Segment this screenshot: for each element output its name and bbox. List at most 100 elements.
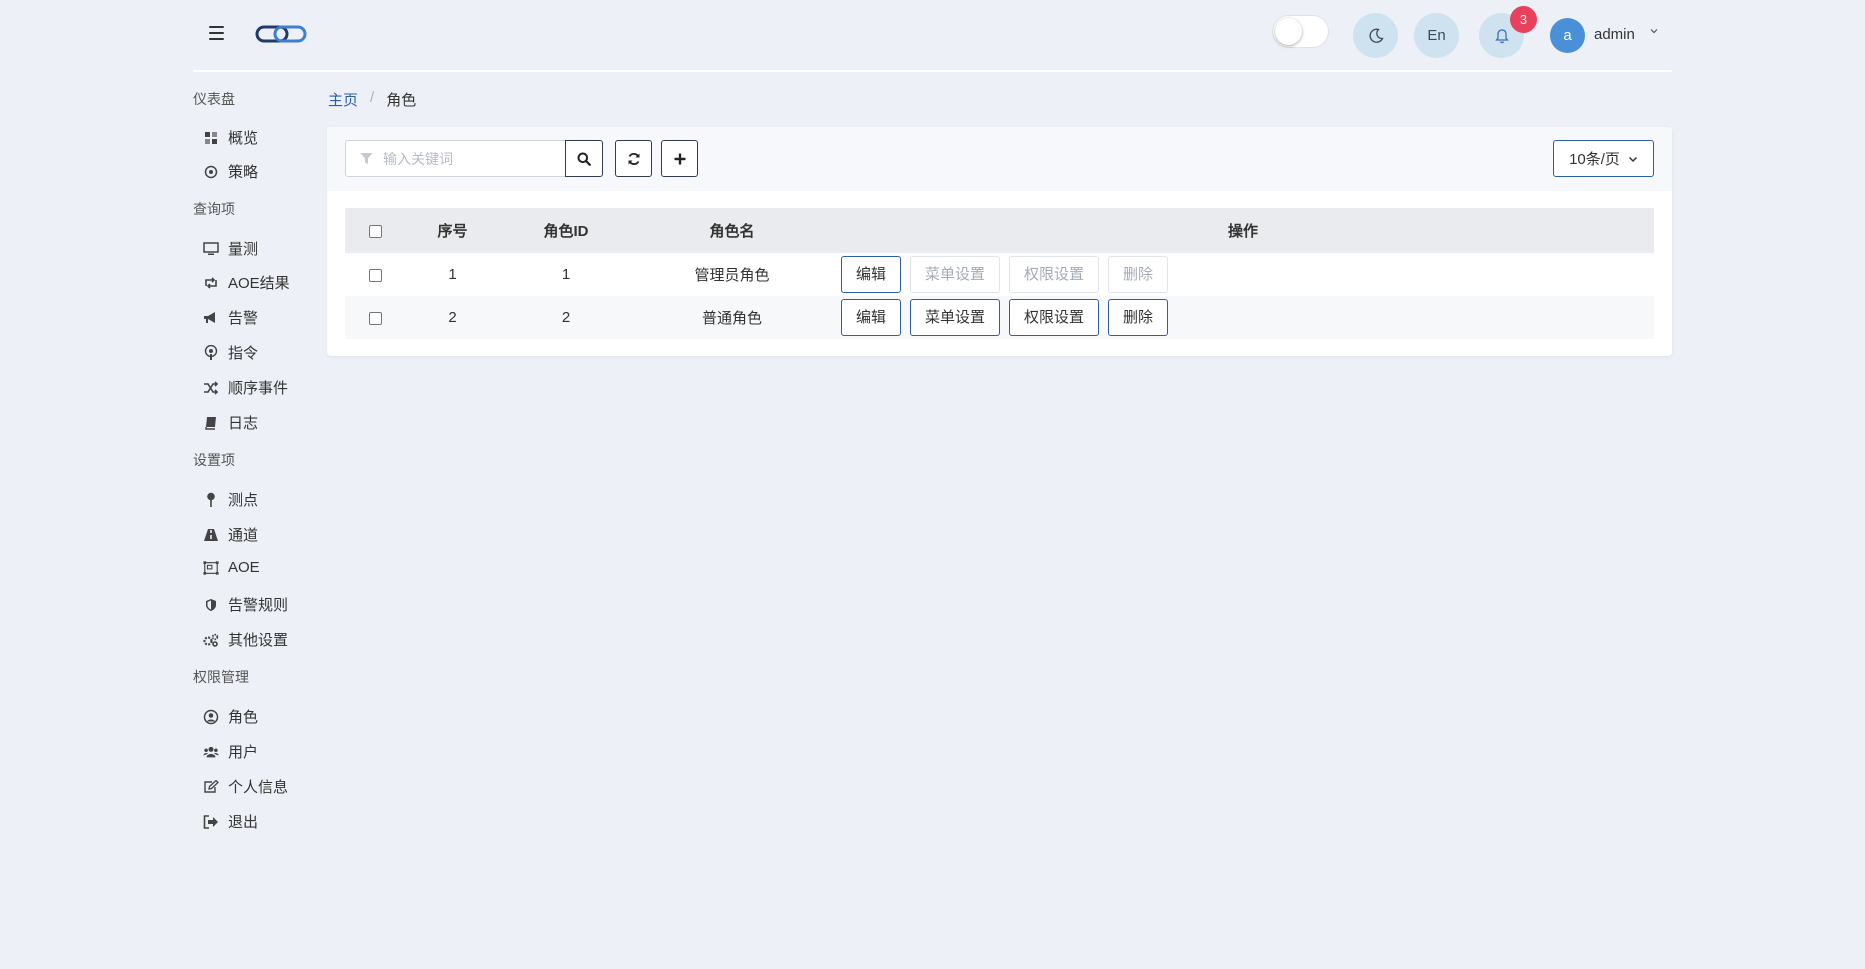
sidebar-item-label: 用户 bbox=[228, 744, 259, 761]
table-row: 2 2 普通角色 编辑 菜单设置 权限设置 删除 bbox=[345, 296, 1654, 339]
compass-icon bbox=[203, 164, 219, 180]
row-select-cell bbox=[345, 253, 405, 296]
delete-button[interactable]: 删除 bbox=[1108, 256, 1169, 293]
search-input[interactable] bbox=[381, 149, 555, 168]
sidebar-item-command[interactable]: 指令 bbox=[203, 342, 258, 363]
edit-button[interactable]: 编辑 bbox=[841, 299, 902, 336]
row-checkbox[interactable] bbox=[368, 268, 382, 282]
bullhorn-icon bbox=[203, 310, 219, 326]
breadcrumb-separator: / bbox=[370, 89, 375, 106]
menu-settings-button[interactable]: 菜单设置 bbox=[910, 299, 1001, 336]
sidebar-item-label: 通道 bbox=[228, 527, 259, 544]
table-cell-id: 2 bbox=[500, 296, 632, 339]
cogs-icon bbox=[203, 632, 219, 648]
table-cell-name: 管理员角色 bbox=[632, 253, 832, 296]
sidebar-item-role[interactable]: 角色 bbox=[203, 706, 258, 727]
sidebar-item-sequence-events[interactable]: 顺序事件 bbox=[203, 377, 288, 398]
sidebar-item-channel[interactable]: 通道 bbox=[203, 524, 258, 545]
chevron-down-icon[interactable] bbox=[1649, 26, 1659, 36]
roles-table: 序号 角色ID 角色名 操作 1 1 管理员角色 编辑 菜单设置 权限设置 删除 2 … bbox=[345, 208, 1654, 339]
sign-out-icon bbox=[203, 814, 219, 830]
roles-card: 10条/页 序号 角色ID 角色名 操作 1 1 管理员角色 编辑菜单设 bbox=[327, 127, 1672, 356]
random-icon bbox=[203, 380, 219, 396]
row-checkbox[interactable] bbox=[368, 311, 382, 325]
sidebar-item-logout[interactable]: 退出 bbox=[203, 811, 258, 832]
road-icon bbox=[203, 527, 219, 543]
sidebar-item-alarm[interactable]: 告警 bbox=[203, 307, 258, 328]
search-field[interactable] bbox=[345, 140, 566, 177]
sidebar-item-label: AOE结果 bbox=[228, 275, 290, 292]
sidebar-item-other-settings[interactable]: 其他设置 bbox=[203, 629, 288, 650]
edit-button[interactable]: 编辑 bbox=[841, 256, 902, 293]
sidebar-section-query: 查询项 bbox=[193, 201, 235, 217]
menu-settings-button[interactable]: 菜单设置 bbox=[910, 256, 1001, 293]
language-button[interactable]: En bbox=[1414, 13, 1459, 58]
sidebar-item-label: 告警规则 bbox=[228, 597, 289, 614]
column-header: 序号 bbox=[405, 208, 500, 253]
dashboard-icon bbox=[203, 130, 219, 146]
table-cell-no: 2 bbox=[405, 296, 500, 339]
table-header-row: 序号 角色ID 角色名 操作 bbox=[345, 208, 1654, 253]
sidebar-item-label: 告警 bbox=[228, 310, 259, 327]
sidebar-item-aoe-result[interactable]: AOE结果 bbox=[203, 272, 290, 293]
notification-badge: 3 bbox=[1510, 6, 1537, 33]
table-cell-id: 1 bbox=[500, 253, 632, 296]
refresh-icon bbox=[628, 152, 639, 165]
sidebar-item-aoe[interactable]: AOE bbox=[203, 559, 260, 576]
column-header: 角色名 bbox=[632, 208, 832, 253]
username[interactable]: admin bbox=[1594, 26, 1635, 43]
desktop-icon bbox=[203, 241, 219, 257]
sidebar-item-label: 其他设置 bbox=[228, 632, 289, 649]
sidebar-item-profile[interactable]: 个人信息 bbox=[203, 776, 288, 797]
sidebar-item-point[interactable]: 测点 bbox=[203, 489, 258, 510]
sidebar-item-label: 顺序事件 bbox=[228, 380, 289, 397]
filter-icon bbox=[360, 153, 373, 164]
edit-icon bbox=[203, 779, 219, 795]
avatar-letter: a bbox=[1563, 27, 1572, 44]
hamburger-menu-icon[interactable] bbox=[209, 26, 224, 40]
page-size-select[interactable]: 10条/页 bbox=[1553, 140, 1654, 177]
sidebar-item-measurement[interactable]: 量测 bbox=[203, 238, 258, 259]
table-row: 1 1 管理员角色 编辑 菜单设置 权限设置 删除 bbox=[345, 253, 1654, 296]
sidebar-item-overview[interactable]: 概览 bbox=[203, 127, 258, 148]
sidebar-item-label: 策略 bbox=[228, 164, 259, 181]
sidebar-item-user[interactable]: 用户 bbox=[203, 741, 258, 762]
plus-icon bbox=[674, 153, 685, 164]
sidebar-item-label: 概览 bbox=[228, 130, 259, 147]
sidebar-item-label: 指令 bbox=[228, 345, 259, 362]
refresh-button[interactable] bbox=[615, 140, 652, 177]
chevron-down-icon bbox=[1628, 156, 1637, 162]
breadcrumb: 主页 / 角色 bbox=[328, 89, 416, 110]
logo-icon[interactable] bbox=[255, 23, 307, 45]
book-icon bbox=[203, 415, 219, 431]
theme-button[interactable] bbox=[1353, 13, 1398, 58]
podcast-icon bbox=[203, 344, 219, 361]
sidebar-section-settings: 设置项 bbox=[193, 452, 235, 468]
table-cell-actions: 编辑 菜单设置 权限设置 删除 bbox=[832, 253, 1654, 296]
sidebar-item-label: 个人信息 bbox=[228, 779, 289, 796]
permission-settings-button[interactable]: 权限设置 bbox=[1009, 256, 1100, 293]
sidebar-item-label: 退出 bbox=[228, 814, 259, 831]
column-header: 角色ID bbox=[500, 208, 632, 253]
page-size-label: 10条/页 bbox=[1569, 151, 1620, 168]
sidebar-item-log[interactable]: 日志 bbox=[203, 412, 258, 433]
sidebar-item-alarm-rules[interactable]: 告警规则 bbox=[203, 594, 288, 615]
breadcrumb-home-link[interactable]: 主页 bbox=[328, 89, 358, 110]
row-select-cell bbox=[345, 296, 405, 339]
sidebar-item-label: 日志 bbox=[228, 415, 259, 432]
sidebar-item-strategy[interactable]: 策略 bbox=[203, 161, 258, 182]
map-pin-icon bbox=[203, 492, 219, 508]
sidebar-section-dashboard: 仪表盘 bbox=[193, 91, 235, 107]
object-group-icon bbox=[203, 560, 219, 576]
sidebar-item-label: 测点 bbox=[228, 492, 259, 509]
search-button[interactable] bbox=[565, 140, 603, 177]
bell-icon bbox=[1494, 28, 1509, 43]
delete-button[interactable]: 删除 bbox=[1108, 299, 1169, 336]
moon-icon bbox=[1369, 28, 1384, 43]
select-all-checkbox[interactable] bbox=[368, 224, 382, 238]
permission-settings-button[interactable]: 权限设置 bbox=[1009, 299, 1100, 336]
sidebar-item-label: 量测 bbox=[228, 241, 259, 258]
add-role-button[interactable] bbox=[661, 140, 698, 177]
mode-toggle-switch[interactable] bbox=[1272, 15, 1329, 48]
avatar[interactable]: a bbox=[1550, 18, 1585, 53]
